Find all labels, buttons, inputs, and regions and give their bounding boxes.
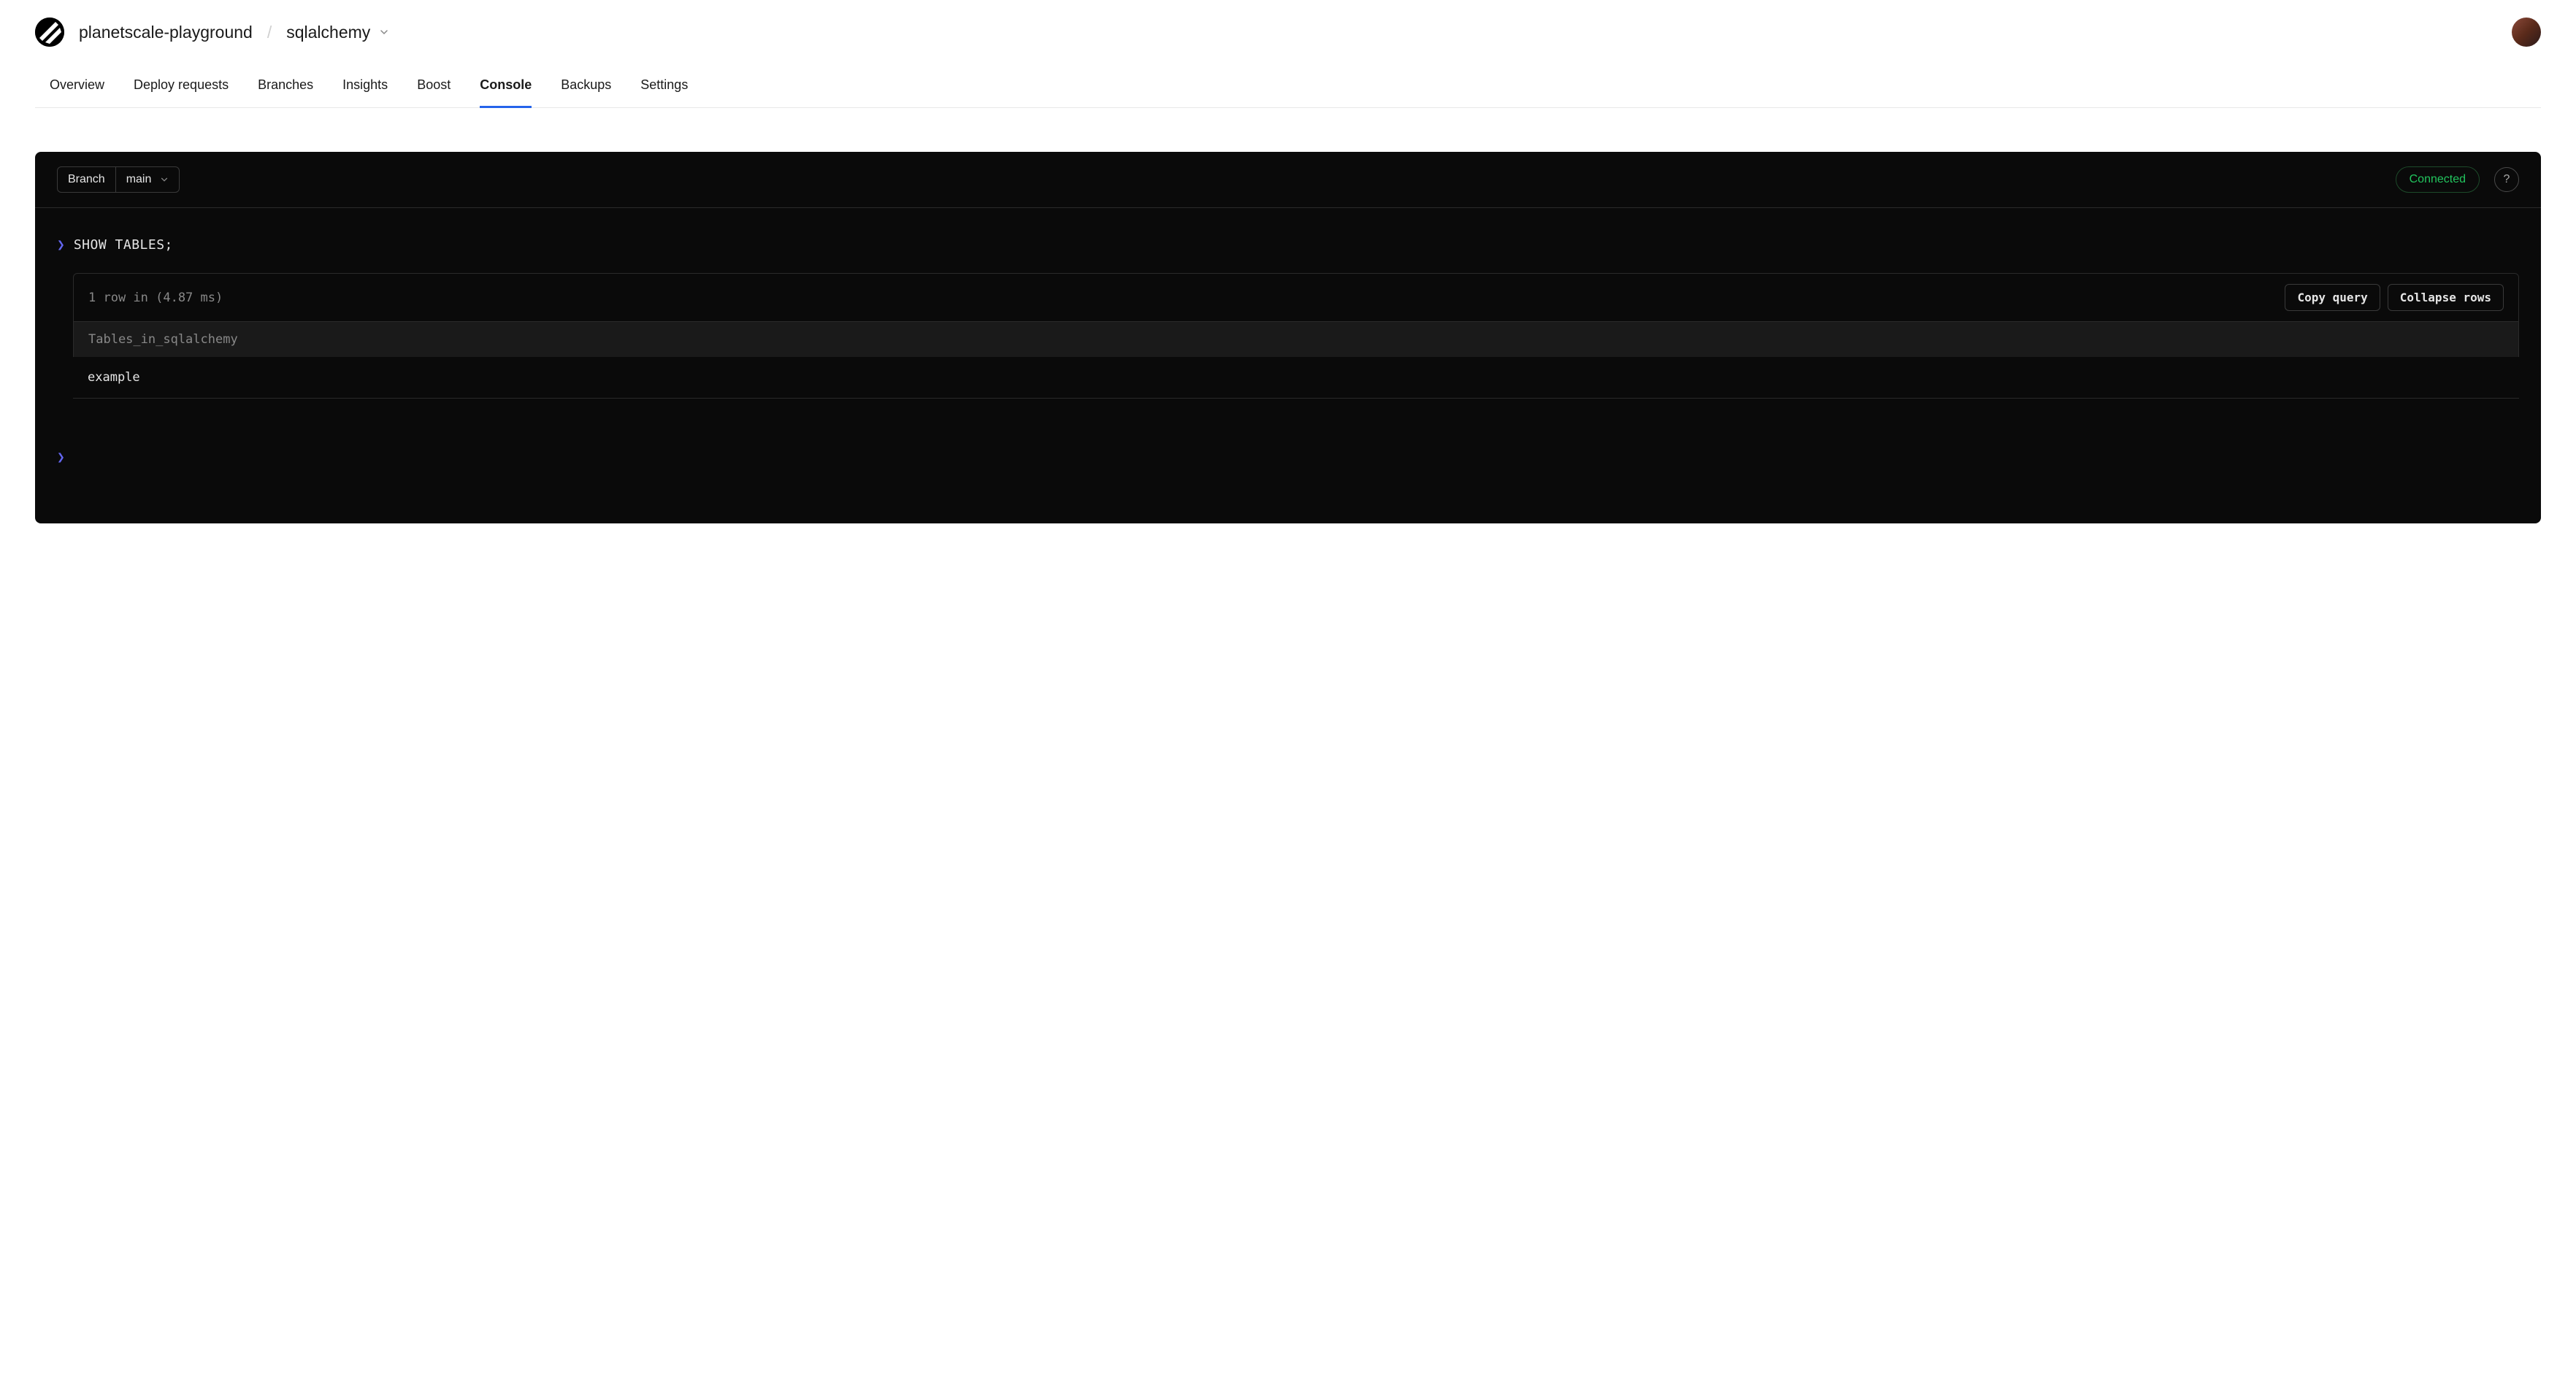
collapse-rows-button[interactable]: Collapse rows — [2388, 284, 2504, 311]
console-body: ❯ SHOW TABLES; 1 row in (4.87 ms) Copy q… — [35, 208, 2541, 523]
help-button[interactable]: ? — [2494, 167, 2519, 192]
console-panel: Branch main Connected ? ❯ SHOW TABLES; — [35, 152, 2541, 523]
tab-insights[interactable]: Insights — [342, 69, 388, 108]
copy-query-button[interactable]: Copy query — [2285, 284, 2380, 311]
breadcrumb-database: sqlalchemy — [286, 23, 370, 42]
branch-value-text: main — [126, 173, 152, 186]
branch-dropdown[interactable]: main — [116, 167, 180, 192]
breadcrumb: planetscale-playground / sqlalchemy — [35, 18, 2541, 47]
query-text: SHOW TABLES; — [74, 237, 173, 253]
avatar[interactable] — [2512, 18, 2541, 47]
tab-settings[interactable]: Settings — [640, 69, 688, 108]
breadcrumb-separator: / — [267, 23, 272, 42]
result-column-header: Tables_in_sqlalchemy — [73, 322, 2519, 357]
tab-console[interactable]: Console — [480, 69, 532, 108]
branch-selector: Branch main — [57, 166, 180, 193]
tab-overview[interactable]: Overview — [50, 69, 104, 108]
question-icon: ? — [2504, 173, 2510, 186]
tab-branches[interactable]: Branches — [258, 69, 313, 108]
chevron-down-icon — [160, 175, 169, 184]
query-line: ❯ SHOW TABLES; — [57, 237, 2519, 253]
branch-label: Branch — [58, 167, 116, 192]
result-info: 1 row in (4.87 ms) — [88, 291, 223, 305]
prompt-arrow-icon: ❯ — [57, 450, 65, 465]
chevron-down-icon — [379, 27, 389, 37]
tab-deploy-requests[interactable]: Deploy requests — [134, 69, 229, 108]
planetscale-icon — [35, 18, 64, 47]
result-block: 1 row in (4.87 ms) Copy query Collapse r… — [73, 273, 2519, 399]
tab-boost[interactable]: Boost — [417, 69, 451, 108]
breadcrumb-database-selector[interactable]: sqlalchemy — [286, 23, 389, 42]
console-toolbar: Branch main Connected ? — [35, 152, 2541, 208]
tab-backups[interactable]: Backups — [561, 69, 611, 108]
planetscale-logo[interactable] — [35, 18, 64, 47]
prompt-arrow-icon: ❯ — [57, 237, 65, 253]
connection-status: Connected — [2396, 166, 2480, 193]
result-row: example — [73, 357, 2519, 399]
nav-tabs: Overview Deploy requests Branches Insigh… — [35, 69, 2541, 108]
result-header: 1 row in (4.87 ms) Copy query Collapse r… — [73, 273, 2519, 322]
breadcrumb-org[interactable]: planetscale-playground — [79, 23, 253, 42]
console-input-line[interactable]: ❯ — [57, 450, 2519, 465]
